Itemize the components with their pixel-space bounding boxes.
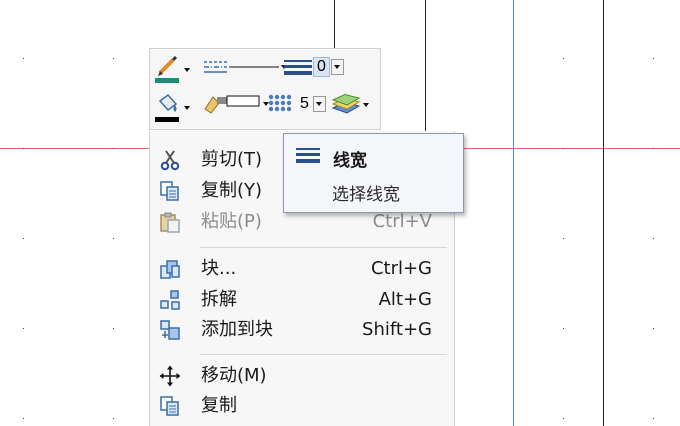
dropdown-arrow-icon — [363, 103, 369, 107]
explode-icon — [160, 290, 180, 310]
menu-item-block[interactable]: 块... Ctrl+G — [150, 255, 454, 285]
menu-item-move[interactable]: 移动(M) — [150, 362, 454, 392]
copy-icon — [160, 396, 179, 416]
dot-grid-icon — [268, 94, 292, 112]
menu-item-label: 块... — [201, 258, 237, 279]
tooltip-description: 选择线宽 — [332, 185, 400, 205]
dropdown-arrow-icon — [184, 106, 190, 110]
menu-separator — [200, 247, 447, 248]
grid-dot — [653, 58, 654, 59]
brush-icon — [204, 95, 260, 114]
menu-item-label: 粘贴(P) — [201, 211, 262, 232]
pencil-color-icon — [155, 56, 179, 83]
linetype-icon — [204, 61, 279, 73]
menu-item-add-to-block[interactable]: 添加到块 Shift+G — [150, 316, 454, 346]
fill-color-button[interactable] — [154, 93, 190, 123]
menu-item-label: 复制(Y) — [201, 180, 263, 201]
linetype-button[interactable] — [203, 59, 287, 75]
lineweight-value: 0 — [313, 57, 330, 77]
dropdown-arrow-icon — [184, 68, 190, 72]
menu-item-shortcut: Ctrl+G — [370, 258, 432, 279]
menu-item-explode[interactable]: 拆解 Alt+G — [150, 286, 454, 316]
menu-item-copy-object[interactable]: 复制 — [150, 392, 454, 422]
menu-item-label: 添加到块 — [201, 319, 273, 340]
lineweight-icon — [296, 148, 320, 163]
block-icon — [160, 260, 180, 279]
grid-dot — [113, 58, 114, 59]
paint-bucket-icon — [155, 93, 179, 122]
scissors-icon — [160, 150, 180, 171]
grid-dot — [23, 418, 24, 419]
layers-icon — [331, 94, 361, 114]
line-color-button[interactable] — [154, 56, 190, 84]
grid-dropdown-icon[interactable] — [312, 96, 326, 112]
grid-dot — [563, 148, 564, 149]
move-icon — [159, 365, 181, 387]
property-toolbar: 0 5 — [149, 48, 381, 130]
grid-dot — [563, 58, 564, 59]
grid-dot — [563, 328, 564, 329]
menu-separator — [200, 354, 447, 355]
grid-dot — [23, 58, 24, 59]
menu-item-label: 移动(M) — [201, 365, 267, 386]
grid-value: 5 — [300, 95, 309, 112]
add-to-block-icon — [160, 320, 180, 340]
tooltip-title: 线宽 — [333, 151, 367, 171]
grid-button[interactable]: 5 — [267, 93, 326, 115]
grid-dot — [113, 418, 114, 419]
grid-dot — [653, 418, 654, 419]
grid-dot — [23, 238, 24, 239]
lineweight-icon — [284, 60, 312, 75]
grid-dot — [563, 418, 564, 419]
grid-dot — [653, 328, 654, 329]
lineweight-tooltip: 线宽 选择线宽 — [283, 133, 464, 213]
grid-dot — [23, 328, 24, 329]
menu-item-label: 复制 — [201, 395, 237, 416]
grid-dot — [563, 238, 564, 239]
grid-dot — [653, 148, 654, 149]
menu-item-label: 剪切(T) — [201, 149, 263, 170]
lineweight-button[interactable]: 0 — [283, 57, 344, 77]
grid-dot — [653, 238, 654, 239]
copy-icon — [160, 181, 179, 201]
paste-icon — [160, 212, 180, 233]
brush-button[interactable] — [203, 93, 269, 115]
lineweight-dropdown-icon[interactable] — [330, 59, 344, 75]
grid-dot — [113, 148, 114, 149]
menu-item-shortcut: Ctrl+V — [372, 211, 432, 232]
menu-item-shortcut: Alt+G — [378, 289, 432, 310]
layer-button[interactable] — [331, 94, 369, 116]
grid-dot — [113, 328, 114, 329]
menu-item-shortcut: Shift+G — [362, 319, 432, 340]
grid-dot — [23, 148, 24, 149]
grid-dot — [113, 238, 114, 239]
menu-item-label: 拆解 — [201, 289, 237, 310]
